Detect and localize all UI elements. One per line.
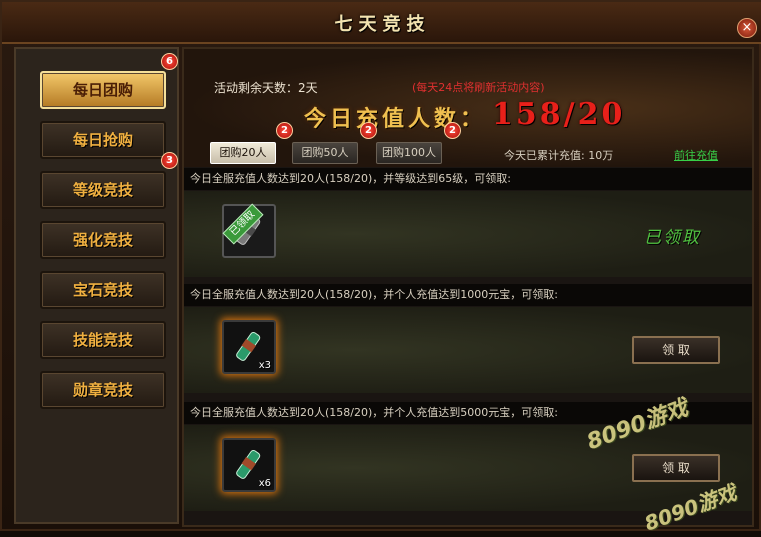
- sidebar-badge-group-buy: 6: [161, 53, 178, 70]
- tab-group-buy-20[interactable]: 团购20人: [210, 142, 276, 164]
- sidebar-item-daily-flash-sale[interactable]: 每日抢购: [40, 121, 166, 159]
- close-button[interactable]: ×: [737, 18, 757, 38]
- reward-item-slot[interactable]: x3: [222, 320, 276, 374]
- sidebar-item-medal-contest[interactable]: 勋章竞技: [40, 371, 166, 409]
- title-bar: 七天竞技 ×: [2, 2, 761, 44]
- accumulated-recharge: 今天已累计充值: 10万: [504, 149, 614, 162]
- sidebar-item-enhance-contest[interactable]: 强化竞技: [40, 221, 166, 259]
- sidebar-item-daily-group-buy[interactable]: 每日团购: [40, 71, 166, 109]
- item-quantity: x3: [258, 360, 271, 371]
- window-title: 七天竞技: [334, 14, 431, 35]
- main-panel: 活动剩余天数：2天 (每天24点将刷新活动内容) 今日充值人数： 158/20 …: [182, 47, 754, 527]
- claimed-status: 已领取: [644, 228, 701, 248]
- tab-group-buy-100[interactable]: 团购100人: [376, 142, 442, 164]
- reward-row: x3 领 取: [184, 307, 752, 393]
- reward-item-slot[interactable]: 已领取: [222, 203, 276, 258]
- banner: 活动剩余天数：2天 (每天24点将刷新活动内容) 今日充值人数： 158/20 …: [184, 49, 752, 167]
- sidebar-item-skill-contest[interactable]: 技能竞技: [40, 321, 166, 359]
- recharge-counter: 158/20: [492, 97, 626, 132]
- item-quantity: x6: [258, 478, 271, 489]
- claim-button[interactable]: 领 取: [632, 454, 720, 482]
- scroll-icon: [236, 449, 261, 479]
- event-window: 七天竞技 × 每日团购 每日抢购 等级竞技 强化竞技 宝石竞技 技能竞技 勋章竞…: [0, 0, 761, 536]
- sidebar-item-gem-contest[interactable]: 宝石竞技: [40, 271, 166, 309]
- remaining-days: 活动剩余天数：2天: [214, 81, 318, 95]
- tab-badge: 2: [444, 122, 461, 139]
- claim-button[interactable]: 领 取: [632, 336, 720, 364]
- tab-badge: 2: [276, 122, 293, 139]
- reward-condition: 今日全服充值人数达到20人(158/20)，并个人充值达到1000元宝，可领取:: [184, 284, 752, 306]
- go-recharge-link[interactable]: 前往充值: [674, 147, 718, 163]
- reward-condition: 今日全服充值人数达到20人(158/20)，并等级达到65级，可领取:: [184, 168, 752, 190]
- tab-badge: 2: [360, 122, 377, 139]
- refresh-note: (每天24点将刷新活动内容): [412, 81, 545, 94]
- sidebar-badge-level-contest: 3: [161, 152, 178, 169]
- scroll-icon: [236, 331, 261, 361]
- tab-group-buy-50[interactable]: 团购50人: [292, 142, 358, 164]
- reward-item-slot[interactable]: x6: [222, 438, 276, 492]
- sidebar-item-level-contest[interactable]: 等级竞技: [40, 171, 166, 209]
- sidebar: 每日团购 每日抢购 等级竞技 强化竞技 宝石竞技 技能竞技 勋章竞技: [14, 47, 179, 524]
- reward-row: 已领取 已领取: [184, 191, 752, 277]
